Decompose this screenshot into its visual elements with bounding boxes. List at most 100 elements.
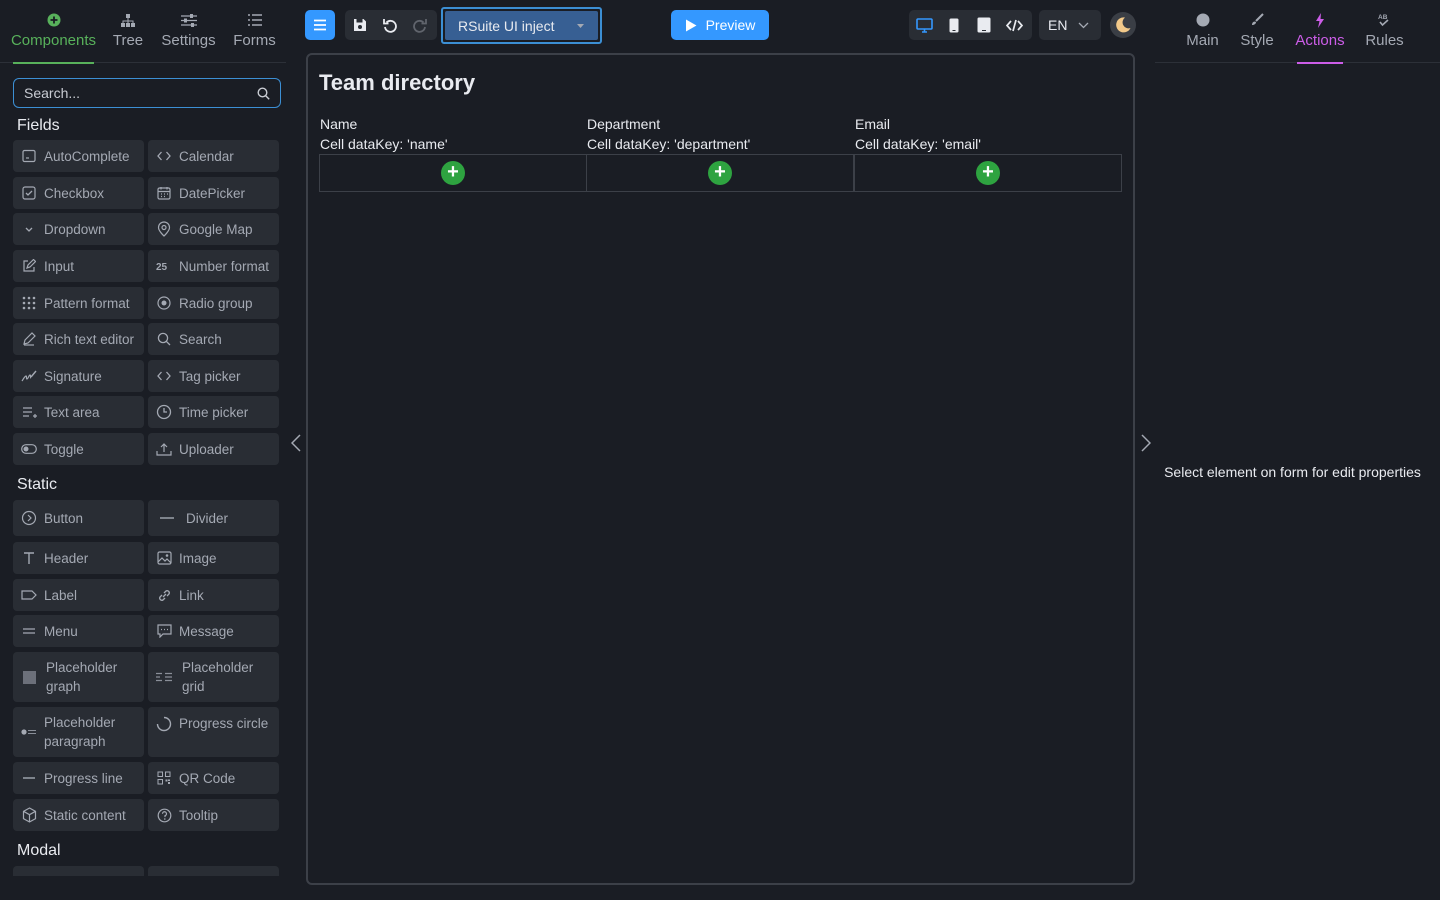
component-menu[interactable]: Menu <box>13 615 144 647</box>
component-label: Radio group <box>179 295 253 311</box>
undo-button[interactable] <box>375 10 405 40</box>
column-datakey: Cell dataKey: 'department' <box>587 136 751 152</box>
table-cell-dropzone: + <box>319 154 587 192</box>
brush-icon <box>1250 10 1264 30</box>
component-tag-picker[interactable]: Tag picker <box>148 360 279 392</box>
collapse-left-panel-button[interactable] <box>288 432 304 454</box>
tab-main[interactable]: Main <box>1186 10 1219 63</box>
menu-button[interactable] <box>305 10 335 40</box>
form-canvas[interactable]: Team directory Name Cell dataKey: 'name'… <box>306 53 1135 885</box>
theme-toggle[interactable] <box>1110 12 1136 38</box>
component-progress-line[interactable]: Progress line <box>13 762 144 794</box>
component-text-area[interactable]: Text area <box>13 396 144 428</box>
component-label[interactable]: Label <box>13 579 144 611</box>
preview-button[interactable]: Preview <box>671 10 769 40</box>
component-google-map[interactable]: Google Map <box>148 213 279 245</box>
component-datepicker[interactable]: DatePicker <box>148 177 279 209</box>
save-icon <box>353 18 367 32</box>
save-button[interactable] <box>345 10 375 40</box>
component-toggle[interactable]: Toggle <box>13 433 144 465</box>
mobile-view-button[interactable] <box>939 10 969 40</box>
tab-components[interactable]: Components <box>11 10 96 64</box>
component-label: Placeholder paragraph <box>44 715 116 749</box>
divider-icon <box>156 510 178 526</box>
code-icon <box>1005 19 1023 32</box>
tree-icon <box>121 10 135 30</box>
component-placeholder-grid[interactable]: Placeholder grid <box>148 652 279 702</box>
properties-empty-message: Select element on form for edit properti… <box>1164 464 1421 480</box>
link-icon <box>156 587 172 603</box>
edit-icon <box>21 258 37 274</box>
component-button[interactable]: Button <box>13 500 144 536</box>
component-image[interactable]: Image <box>148 542 279 574</box>
component-rich-text-editor[interactable]: Rich text editor <box>13 323 144 355</box>
tab-tree[interactable]: Tree <box>113 10 143 63</box>
device-switcher <box>909 10 1032 40</box>
tab-style[interactable]: Style <box>1240 10 1274 63</box>
component-static-content[interactable]: Static content <box>13 799 144 831</box>
tab-settings[interactable]: Settings <box>161 10 216 63</box>
progress-line-icon <box>21 770 37 786</box>
component-pattern-format[interactable]: Pattern format <box>13 287 144 319</box>
component-placeholder-graph[interactable]: Placeholder graph <box>13 652 144 702</box>
redo-button[interactable] <box>405 10 435 40</box>
play-icon <box>685 19 697 32</box>
component-number-format[interactable]: 25 Number format <box>148 250 279 282</box>
component-radio-group[interactable]: Radio group <box>148 287 279 319</box>
tab-actions[interactable]: Actions <box>1295 10 1345 64</box>
add-component-button[interactable]: + <box>976 161 1000 185</box>
component-label: Time picker <box>179 404 249 420</box>
component-search[interactable]: Search <box>148 323 279 355</box>
tablet-icon <box>977 17 991 33</box>
component-header[interactable]: Header <box>13 542 144 574</box>
component-label: Button <box>44 510 84 526</box>
component-label: Static content <box>44 807 126 823</box>
add-component-button[interactable]: + <box>708 161 732 185</box>
component-link[interactable]: Link <box>148 579 279 611</box>
desktop-view-button[interactable] <box>909 10 939 40</box>
component-input[interactable]: Input <box>13 250 144 282</box>
column-datakey: Cell dataKey: 'name' <box>320 136 448 152</box>
radio-icon <box>156 295 172 311</box>
phone-icon <box>949 18 959 33</box>
component-modal-partial[interactable] <box>13 866 144 876</box>
component-time-picker[interactable]: Time picker <box>148 396 279 428</box>
signature-icon <box>21 368 37 384</box>
component-message[interactable]: Message <box>148 615 279 647</box>
component-calendar[interactable]: Calendar <box>148 140 279 172</box>
component-checkbox[interactable]: Checkbox <box>13 177 144 209</box>
component-label: Checkbox <box>44 185 105 201</box>
search-input[interactable] <box>24 85 257 101</box>
component-signature[interactable]: Signature <box>13 360 144 392</box>
tablet-view-button[interactable] <box>969 10 999 40</box>
form-select-dropdown[interactable]: RSuite UI inject <box>441 7 602 44</box>
component-modal-partial[interactable] <box>148 866 279 876</box>
component-tooltip[interactable]: Tooltip <box>148 799 279 831</box>
qr-code-icon <box>156 770 172 786</box>
component-autocomplete[interactable]: AutoComplete <box>13 140 144 172</box>
plus-icon: + <box>982 161 994 183</box>
language-select[interactable]: EN <box>1039 10 1101 40</box>
code-view-button[interactable] <box>999 10 1029 40</box>
component-placeholder-paragraph[interactable]: Placeholder paragraph <box>13 707 144 757</box>
collapse-right-panel-button[interactable] <box>1138 432 1154 454</box>
component-uploader[interactable]: Uploader <box>148 433 279 465</box>
table-column-email[interactable]: Email Cell dataKey: 'email' + <box>854 114 1122 192</box>
component-label: DatePicker <box>179 185 246 201</box>
component-label: Progress circle <box>179 716 269 731</box>
search-icon[interactable] <box>257 86 270 100</box>
table-column-name[interactable]: Name Cell dataKey: 'name' + <box>319 114 587 192</box>
table-column-department[interactable]: Department Cell dataKey: 'department' + <box>586 114 854 192</box>
add-component-button[interactable]: + <box>441 161 465 185</box>
tab-forms[interactable]: Forms <box>233 10 276 63</box>
component-qr-code[interactable]: QR Code <box>148 762 279 794</box>
tab-label: Forms <box>233 32 276 49</box>
component-dropdown[interactable]: Dropdown <box>13 213 144 245</box>
component-label: Message <box>179 623 234 639</box>
column-header: Department <box>587 116 661 132</box>
placeholder-paragraph-icon <box>21 724 37 740</box>
form-title[interactable]: Team directory <box>319 70 475 96</box>
component-divider[interactable]: Divider <box>148 500 279 536</box>
tab-rules[interactable]: AB Rules <box>1365 10 1403 63</box>
component-progress-circle[interactable]: Progress circle <box>148 707 279 757</box>
